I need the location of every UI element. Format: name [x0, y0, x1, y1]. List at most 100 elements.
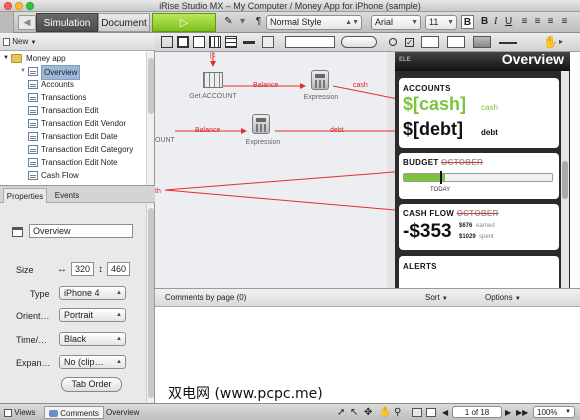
cash-flow-card[interactable]: CASH FLOW OCTOBER -$353 $676 earned $102… — [399, 204, 559, 250]
alerts-card[interactable]: ALERTS — [399, 256, 559, 288]
data-grid-icon[interactable] — [203, 72, 223, 88]
back-arrow-icon[interactable]: ◀ — [18, 15, 36, 30]
calculator-icon[interactable] — [252, 114, 270, 134]
table-widget-icon[interactable] — [209, 36, 221, 48]
separator-widget-icon[interactable] — [499, 42, 517, 44]
page-tree-scrollbar[interactable] — [146, 52, 154, 185]
expansion-select[interactable]: No (clip… ▲ — [59, 355, 126, 369]
paragraph-style-icon[interactable]: ¶ — [252, 15, 265, 29]
iphone-preview[interactable]: ELE Overview ACCOUNTS $[cash] cash $[deb… — [395, 52, 570, 288]
accounts-card[interactable]: ACCOUNTS $[cash] cash $[debt] debt — [399, 78, 559, 148]
pointer-tool-icon[interactable]: ➚ — [337, 406, 345, 419]
budget-card[interactable]: BUDGET OCTOBER TODAY — [399, 153, 559, 199]
move-tool-icon[interactable]: ✥ — [364, 406, 372, 419]
page-name-field[interactable]: Overview — [29, 224, 133, 238]
tree-item-transactions[interactable]: Transactions — [0, 91, 146, 104]
zoom-select[interactable]: 100% ▼ — [533, 406, 575, 418]
bold-text-button[interactable]: B — [481, 15, 488, 29]
box-widget-icon[interactable] — [193, 36, 205, 48]
expression-node-label: Expression — [245, 139, 281, 146]
tree-item-accounts[interactable]: Accounts — [0, 78, 146, 91]
underline-button[interactable]: U — [505, 15, 512, 29]
tree-item-transaction-edit-note[interactable]: Transaction Edit Note — [0, 156, 146, 169]
bold-button[interactable]: B — [461, 15, 474, 29]
width-field[interactable]: 320 — [71, 262, 94, 276]
line-widget-icon[interactable] — [243, 41, 255, 44]
document-mode-button[interactable]: Document — [98, 13, 150, 32]
zoom-tool-icon[interactable]: ⚲ — [394, 406, 401, 419]
accounts-title: ACCOUNTS — [403, 84, 451, 93]
hand-icon[interactable]: ✋ — [543, 36, 558, 48]
tree-item-label: Cash Flow — [41, 171, 79, 180]
tree-item-transaction-edit-vendor[interactable]: Transaction Edit Vendor — [0, 117, 146, 130]
new-page-button[interactable]: New ▼ — [3, 35, 43, 48]
simulation-mode-button[interactable]: Simulation — [36, 13, 98, 32]
expand-arrow-icon[interactable]: ▼ — [20, 65, 26, 78]
orientation-select[interactable]: Portrait ▲ — [59, 308, 126, 322]
last-page-icon[interactable]: ▶▶ — [516, 406, 528, 419]
align-right-icon[interactable]: ≡ — [544, 15, 557, 29]
data-flow-area[interactable]: [c Get ACCOUNT Expression OUNT Expressio… — [155, 52, 395, 288]
options-menu[interactable]: Options ▼ — [485, 289, 521, 308]
tree-item-transaction-edit[interactable]: Transaction Edit — [0, 104, 146, 117]
text-widget-icon[interactable] — [161, 36, 173, 48]
play-icon[interactable]: ▷ — [152, 13, 216, 32]
height-field[interactable]: 460 — [107, 262, 130, 276]
scrollbar-thumb[interactable] — [148, 58, 154, 114]
panel-widget-icon[interactable] — [177, 36, 189, 48]
chevron-right-icon[interactable]: ▸ — [559, 36, 571, 48]
views-tab[interactable]: Views — [4, 406, 35, 419]
comments-tab-label: Comments — [60, 409, 99, 418]
pan-tool-icon[interactable]: ✋ — [379, 406, 391, 419]
phone-top-label: ELE — [399, 57, 411, 63]
pencil-icon[interactable]: ✎ — [222, 15, 235, 29]
flow-scrollbar[interactable] — [387, 52, 395, 288]
select-tool-icon[interactable]: ↖ — [350, 406, 358, 419]
input-widget-icon[interactable] — [285, 36, 335, 48]
page-counter[interactable]: 1 of 18 — [452, 406, 502, 418]
previous-page-icon[interactable]: ◀ — [442, 406, 448, 419]
tree-item-overview[interactable]: ▼ Overview — [0, 65, 146, 80]
list-icon[interactable]: ≡ — [558, 15, 571, 29]
radio-widget-icon[interactable] — [389, 38, 397, 46]
scrollbar-thumb[interactable] — [562, 161, 568, 199]
tree-item-transaction-edit-category[interactable]: Transaction Edit Category — [0, 143, 146, 156]
align-left-icon[interactable]: ≡ — [518, 15, 531, 29]
font-select[interactable]: Arial ▼ — [371, 15, 421, 30]
phone-scrollbar[interactable] — [561, 71, 569, 288]
type-select[interactable]: iPhone 4 ▲ — [59, 286, 126, 300]
font-size-select[interactable]: 11 ▼ — [425, 15, 457, 30]
tree-item-cash-flow[interactable]: Cash Flow — [0, 169, 146, 182]
comments-tab[interactable]: Comments — [44, 406, 104, 419]
alerts-title: ALERTS — [403, 262, 437, 271]
expand-arrow-icon[interactable]: ▼ — [3, 52, 9, 65]
phone-nav-bar: ELE Overview — [395, 52, 570, 71]
phone-screen-title: Overview — [501, 52, 564, 67]
tab-order-button[interactable]: Tab Order — [61, 377, 122, 392]
tab-events[interactable]: Events — [49, 188, 85, 203]
checkbox-widget-icon[interactable]: ✓ — [405, 38, 414, 47]
properties-scrollbar[interactable] — [146, 204, 154, 402]
tab-properties[interactable]: Properties — [3, 188, 47, 203]
time-select[interactable]: Black ▲ — [59, 332, 126, 346]
dropdown-widget-icon[interactable] — [421, 36, 439, 48]
italic-button[interactable]: I — [494, 15, 497, 29]
calculator-icon[interactable] — [311, 70, 329, 90]
style-select[interactable]: Normal Style ▲▼ — [266, 15, 362, 30]
button-widget-icon[interactable] — [341, 36, 377, 48]
slider-widget-icon[interactable] — [473, 36, 491, 48]
image-widget-icon[interactable] — [262, 36, 274, 48]
debt-value: $[debt] — [403, 119, 463, 139]
page-icon[interactable] — [426, 408, 436, 417]
scrollbar-thumb[interactable] — [148, 208, 154, 398]
dropdown-arrow-icon[interactable]: ▾ — [236, 15, 249, 29]
align-center-icon[interactable]: ≡ — [531, 15, 544, 29]
design-canvas[interactable]: [c Get ACCOUNT Expression OUNT Expressio… — [155, 52, 580, 288]
list-widget-icon[interactable] — [225, 36, 237, 48]
next-page-icon[interactable]: ▶ — [505, 406, 511, 419]
textarea-widget-icon[interactable] — [447, 36, 465, 48]
sort-menu[interactable]: Sort ▼ — [425, 289, 448, 308]
frame-icon[interactable] — [412, 408, 422, 417]
tree-item-transaction-edit-date[interactable]: Transaction Edit Date — [0, 130, 146, 143]
tree-item-money-app[interactable]: ▼ Money app — [0, 52, 146, 65]
